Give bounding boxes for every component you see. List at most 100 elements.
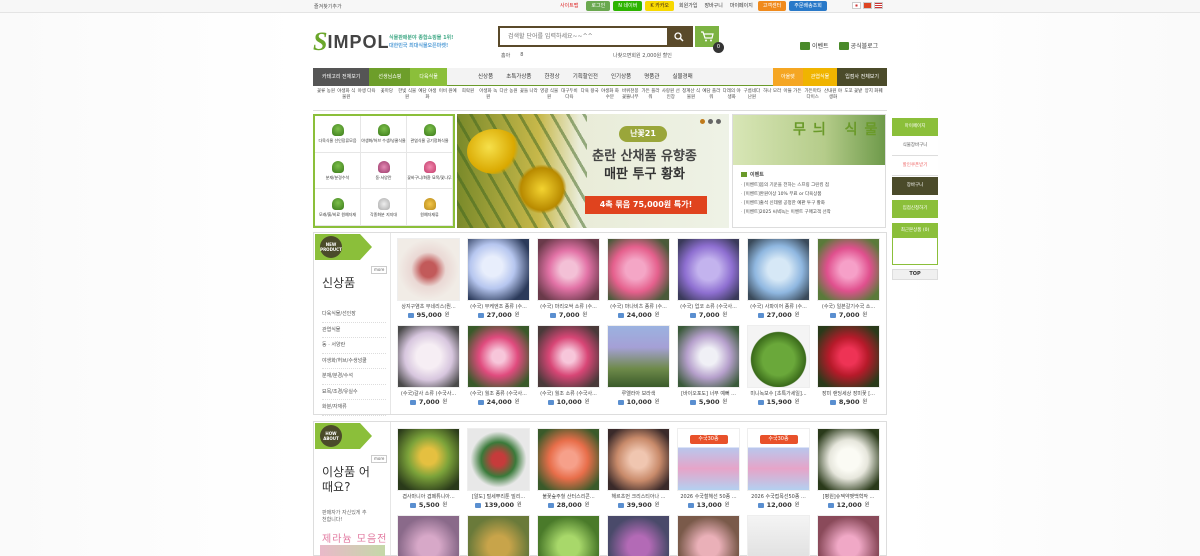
product-image[interactable] (397, 325, 460, 388)
product-card[interactable] (747, 515, 810, 556)
nav-item[interactable]: 명품관 (644, 68, 659, 86)
nav-all-vendors[interactable]: 입점사 전체보기 (837, 68, 887, 86)
section-category-link[interactable]: 관엽식물 (322, 323, 386, 338)
product-image[interactable] (537, 238, 600, 301)
event-item[interactable]: [이벤트]봄의 기운을 전하는 스프링 그린킹 점 (741, 181, 885, 190)
vendor-link[interactable]: 아뜰 가든 (783, 89, 801, 109)
join-link[interactable]: 회원가입 (677, 1, 699, 11)
product-image[interactable] (747, 238, 810, 301)
vendor-link[interactable]: 야생 다육 (358, 89, 376, 109)
kakao-login-button[interactable]: K 카카오 (645, 1, 675, 11)
vendor-link[interactable]: 꽃들 나라 (520, 89, 538, 109)
naver-login-button[interactable]: N 네이버 (613, 1, 643, 11)
product-card[interactable]: 미니녹보수 [초특가세일]... 15,900 원 (747, 325, 810, 407)
banner-dot[interactable] (700, 119, 705, 124)
vendor-link[interactable]: 가든마타 다이스 (804, 89, 822, 109)
vendor-link[interactable]: 한빛 식물원 (398, 89, 416, 109)
product-card[interactable]: (수국) 월조 소류 (수국사... 10,000 원 (537, 325, 600, 407)
product-card[interactable]: [평원]슈젝약팻백혁작 ... 12,000 원 (817, 428, 880, 510)
section-category-link[interactable]: 다육식물/선인장 (322, 307, 386, 323)
product-image[interactable] (467, 238, 530, 301)
nav-foliage[interactable]: 관엽식물 (802, 68, 838, 86)
product-name[interactable]: 2026 수국철헤선 50종 ... (677, 493, 740, 501)
product-name[interactable]: (수국) 월조 종류 (수국사... (467, 390, 530, 398)
product-card[interactable]: (수국) 업코 소류 (수국사... 7,000 원 (677, 238, 740, 320)
section-category-link[interactable]: 동 · 서양란 (322, 338, 386, 354)
login-button[interactable]: 로그인 (586, 1, 611, 11)
vendor-link[interactable]: 청계산 식물원 (682, 89, 700, 109)
category-tile[interactable]: 관엽식물 공기정화식물 (407, 116, 453, 153)
geranium-promo-image[interactable] (320, 545, 385, 556)
product-card[interactable]: 겹사마니아 겹페튜니아... 5,500 원 (397, 428, 460, 510)
usa-flag-icon[interactable] (874, 2, 883, 9)
product-image[interactable] (607, 515, 670, 556)
product-card[interactable]: (수국) 사파이어 종류 (수... 27,000 원 (747, 238, 810, 320)
blog-link[interactable]: 공식블로그 (838, 41, 878, 50)
product-image[interactable] (467, 428, 530, 491)
category-tile[interactable]: 야생화/허브 수생/넝쿨식물 (361, 116, 407, 153)
section-category-link[interactable]: 묘목/조경/유실수 (322, 385, 386, 400)
quick-mypage[interactable]: 마이페이지 (892, 118, 938, 136)
product-card[interactable]: 해르초먼 크리스티아나 ... 39,900 원 (607, 428, 670, 510)
section-category-link[interactable]: 분재/분경/수석 (322, 369, 386, 385)
event-item[interactable]: [이벤트]완원이상 10% 무료 or 다육상품 (741, 190, 885, 199)
product-card[interactable]: 2026 수국철헤선 50종 ...13,000원 (677, 428, 740, 510)
product-name[interactable]: (수국) 마리오싹 소류 (수... (537, 303, 600, 311)
category-tile[interactable]: 원예자재류 (407, 189, 453, 226)
product-name[interactable]: (수국) 사파이어 종류 (수... (747, 303, 810, 311)
category-tile[interactable]: 동·서양란 (361, 152, 407, 190)
product-name[interactable]: [알도] 털세뿌리툰 빌리... (467, 493, 530, 501)
category-tile[interactable]: 분재/분경수석 (315, 152, 361, 190)
quick-plant-cart[interactable]: 식물장바구니 (892, 137, 938, 156)
product-image[interactable] (467, 515, 530, 556)
vendor-link[interactable]: 가든 플라워 (642, 89, 660, 109)
product-card[interactable]: (수국) 부케엔조 종류 (수... 27,000 원 (467, 238, 530, 320)
event-item[interactable]: [이벤트]2025 씨넥녹는 이벤트 구매고객 선착 (741, 208, 885, 217)
product-card[interactable] (817, 515, 880, 556)
vendor-link[interactable]: 다산 농원 (500, 89, 518, 109)
sitemap-link[interactable]: 사이트맵 (555, 1, 583, 11)
nav-all-categories[interactable]: 카테고리 전체보기 (313, 68, 370, 86)
vendor-link[interactable]: 양지 화훼 (865, 89, 883, 109)
vendor-link[interactable]: 다육 왕국 (581, 89, 599, 109)
search-input[interactable] (500, 28, 665, 45)
section-category-link[interactable]: 야생화/허브/수생넝쿨 (322, 354, 386, 369)
vendor-link[interactable]: 구름네다 난원 (743, 89, 761, 109)
nav-item[interactable]: 인기상품 (611, 68, 631, 86)
nav-succulents[interactable]: 다육식물 (410, 68, 447, 86)
product-name[interactable]: (수국) 일본갈기수국 소... (817, 303, 880, 311)
product-image[interactable] (607, 238, 670, 301)
product-image[interactable] (817, 238, 880, 301)
product-card[interactable]: [알도] 털세뿌리툰 빌리... 139,000 원 (467, 428, 530, 510)
vendor-link[interactable]: 사랑원 선인장 (662, 89, 680, 109)
product-image[interactable] (817, 515, 880, 556)
product-name[interactable]: (수국) 업코 소류 (수국사... (677, 303, 740, 311)
customer-center-button[interactable]: 고객센터 (757, 1, 787, 11)
product-image[interactable] (677, 428, 740, 491)
vendor-link[interactable]: 이비 원예 (439, 89, 457, 109)
more-button[interactable]: more (371, 455, 388, 463)
product-name[interactable]: 겹사마니아 겹페튜니아... (397, 493, 460, 501)
cart-link[interactable]: 장바구니 (702, 1, 724, 11)
product-name[interactable]: 2026 수국접목선50종 ... (747, 493, 810, 501)
banner-dot[interactable] (716, 119, 721, 124)
product-name[interactable]: 해르초먼 크리스티아나 ... (607, 493, 670, 501)
nav-item[interactable]: 실물경매 (672, 68, 692, 86)
favorite-link[interactable]: 즐겨찾기추가 (314, 3, 342, 10)
product-image[interactable] (677, 238, 740, 301)
mypage-link[interactable]: 마이페이지 (728, 1, 755, 11)
category-tile[interactable]: 각종화분 지지대 (361, 189, 407, 226)
vendor-link[interactable]: 꽃류 농원 (317, 89, 335, 109)
vendor-link[interactable]: 바위천봉 꽃뜰나무 (621, 89, 639, 109)
product-card[interactable] (677, 515, 740, 556)
vendor-link[interactable]: 예담 플라워 (702, 89, 720, 109)
site-logo[interactable]: S IMPOL (313, 29, 389, 55)
nav-item[interactable]: 기획할인전 (573, 68, 598, 86)
product-image[interactable] (607, 325, 670, 388)
product-name[interactable]: 불꽃숲주헐 산터스리콘... (537, 493, 600, 501)
product-card[interactable]: 2026 수국접목선50종 ...12,000원 (747, 428, 810, 510)
event-item[interactable]: [이벤트]출석 신데렐 공정한 예판 투구 황화 (741, 199, 885, 208)
nav-item[interactable]: 신상품 (478, 68, 493, 86)
search-button[interactable] (667, 28, 691, 45)
product-name[interactable]: 미니녹보수 [초특가세일]... (747, 390, 810, 398)
